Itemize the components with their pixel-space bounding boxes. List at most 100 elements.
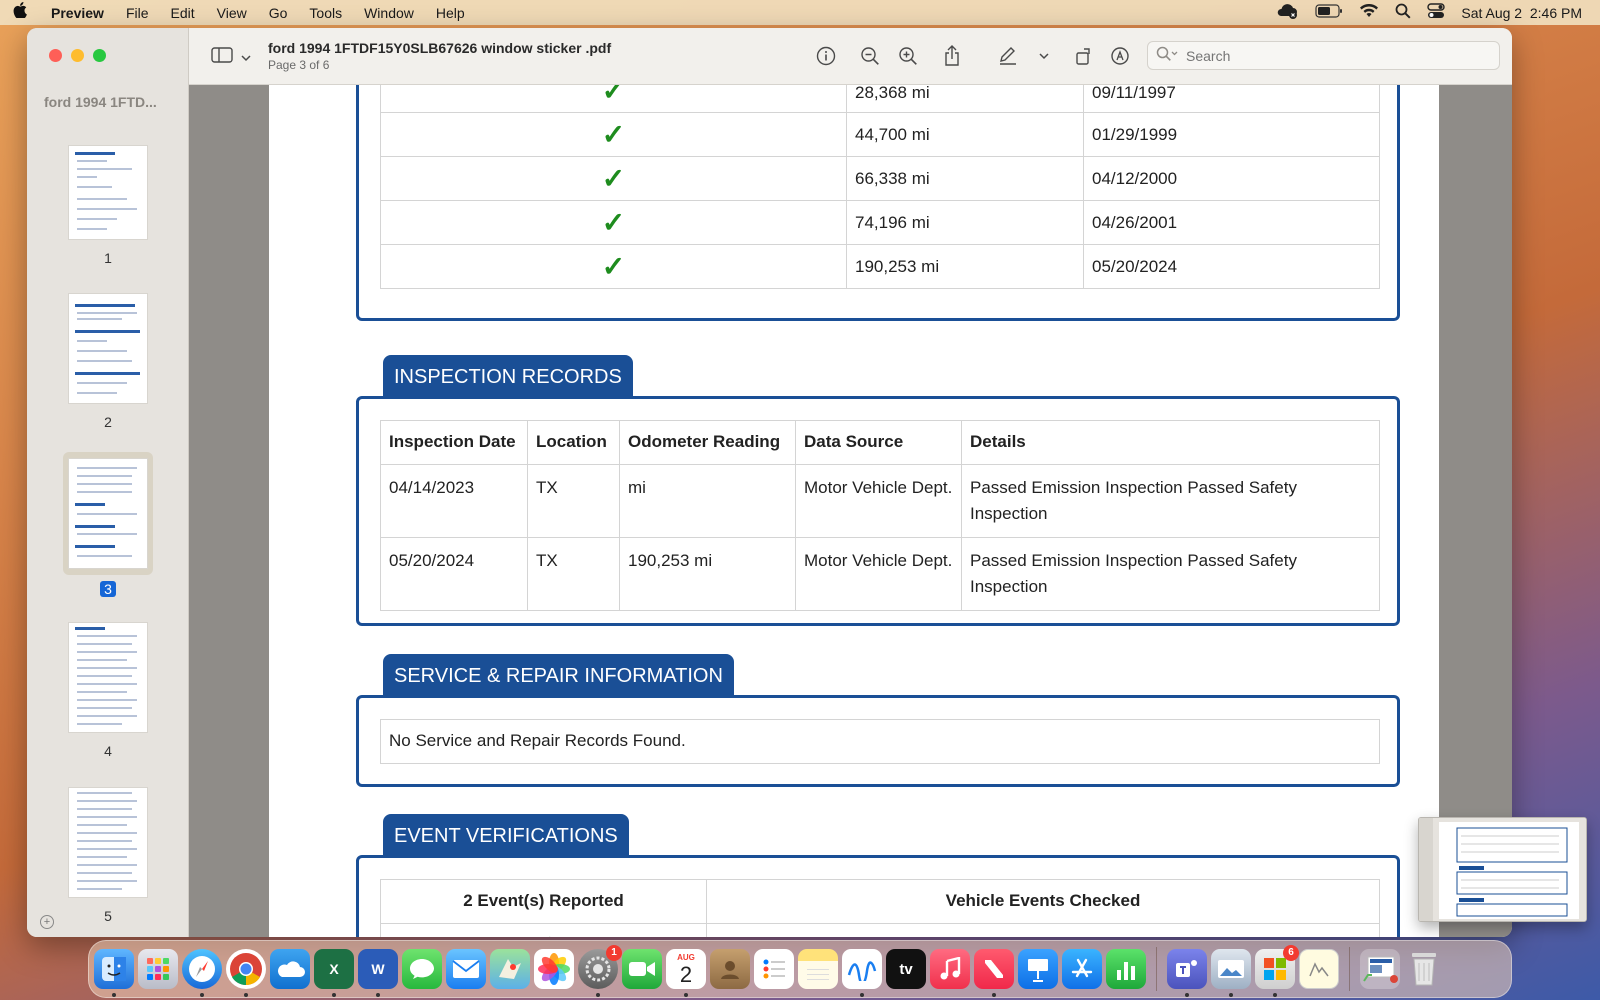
news-icon[interactable] [974, 949, 1014, 997]
thumbnail-page-1[interactable]: 1 [27, 145, 189, 266]
keynote-icon[interactable] [1018, 949, 1058, 989]
pdf-page: ✓ 28,368 mi 09/11/1997 ✓ 44,700 mi 01/29… [269, 85, 1439, 937]
control-center-icon[interactable] [1427, 3, 1446, 22]
menu-edit[interactable]: Edit [160, 5, 206, 21]
inspection-date-cell: 04/14/2023 [380, 464, 528, 538]
search-icon [1156, 46, 1178, 65]
excel-icon[interactable]: X [314, 949, 354, 997]
notes-icon[interactable] [798, 949, 838, 989]
search-input[interactable] [1186, 47, 1486, 64]
column-header: Details [961, 420, 1380, 465]
system-settings-icon[interactable]: 1 [578, 945, 622, 997]
office-badge: 6 [1283, 945, 1299, 961]
rotate-icon[interactable] [1072, 44, 1096, 68]
spotlight-icon[interactable] [1395, 3, 1411, 22]
document-view[interactable]: ✓ 28,368 mi 09/11/1997 ✓ 44,700 mi 01/29… [189, 85, 1512, 937]
apple-menu-icon[interactable] [0, 2, 40, 23]
search-field[interactable] [1147, 41, 1500, 70]
thumbnail-page-3[interactable]: 3 [27, 452, 189, 599]
table-header-row: Inspection Date Location Odometer Readin… [380, 420, 1380, 465]
share-icon[interactable] [940, 44, 964, 68]
chevron-down-icon [241, 49, 251, 67]
teams-icon[interactable] [1167, 949, 1207, 997]
column-header: 2 Event(s) Reported [380, 879, 707, 924]
chrome-icon[interactable] [226, 949, 266, 997]
details-cell: Passed Emission Inspection Passed Safety… [961, 464, 1380, 538]
checkmark-icon: ✓ [380, 156, 847, 201]
table-row: 05/20/2024 TX 190,253 mi Motor Vehicle D… [380, 537, 1380, 611]
toolbar: ford 1994 1FTDF15Y0SLB67626 window stick… [189, 28, 1512, 85]
thumbnail-page-4[interactable]: 4 [27, 622, 189, 759]
app-store-icon[interactable] [1062, 949, 1102, 989]
microsoft-office-icon[interactable]: 6 [1255, 945, 1299, 997]
numbers-icon[interactable] [1106, 949, 1146, 989]
finder-icon[interactable] [94, 949, 134, 997]
menu-help[interactable]: Help [425, 5, 476, 21]
add-page-icon[interactable]: + [40, 915, 54, 929]
minimize-window-button[interactable] [71, 49, 84, 62]
menu-tools[interactable]: Tools [298, 5, 353, 21]
odometer-cell: 190,253 mi [619, 537, 796, 611]
calendar-icon[interactable]: AUG 2 [666, 949, 706, 997]
table-row: ✓ 66,338 mi 04/12/2000 [380, 156, 1380, 201]
facetime-icon[interactable] [622, 949, 662, 989]
onedrive-icon[interactable] [270, 949, 310, 989]
date-cell: 04/26/2001 [1083, 200, 1380, 245]
battery-icon[interactable] [1315, 4, 1343, 21]
thumbnail-page-2[interactable]: 2 [27, 293, 189, 430]
sidebar-toggle-button[interactable] [211, 47, 251, 68]
thumbnail-label: 2 [104, 414, 112, 430]
zoom-in-icon[interactable] [896, 44, 920, 68]
messages-icon[interactable] [402, 949, 442, 989]
clock[interactable]: Sat Aug 2 2:46 PM [1461, 5, 1582, 21]
markup-circle-icon[interactable] [1108, 44, 1132, 68]
dock: X W 1 AUG 2 tv 6 [88, 940, 1512, 998]
menu-bar: Preview File Edit View Go Tools Window H… [0, 0, 1600, 25]
freeform-icon[interactable] [842, 949, 882, 997]
close-window-button[interactable] [49, 49, 62, 62]
column-header: Data Source [795, 420, 962, 465]
inspection-section-title: INSPECTION RECORDS [383, 355, 633, 397]
music-icon[interactable] [930, 949, 970, 989]
location-cell: TX [527, 537, 620, 611]
textedit-icon[interactable] [1299, 949, 1339, 989]
markup-chevron-down-icon[interactable] [1032, 44, 1056, 68]
mail-icon[interactable] [446, 949, 486, 989]
date-cell: 04/12/2000 [1083, 156, 1380, 201]
apple-tv-label: tv [899, 960, 913, 978]
zoom-out-icon[interactable] [858, 44, 882, 68]
table-row: 04/14/2023 TX mi Motor Vehicle Dept. Pas… [380, 464, 1380, 538]
icloud-icon[interactable] [1275, 3, 1299, 22]
screenshot-preview-thumbnail[interactable] [1418, 817, 1587, 922]
page-indicator: Page 3 of 6 [268, 58, 330, 72]
odometer-section: ✓ 28,368 mi 09/11/1997 ✓ 44,700 mi 01/29… [356, 85, 1400, 321]
service-message: No Service and Repair Records Found. [380, 719, 1380, 764]
trash-icon[interactable] [1404, 949, 1444, 989]
column-header: Odometer Reading [619, 420, 796, 465]
table-row: No Service and Repair Records Found. [380, 719, 1380, 764]
markup-pen-icon[interactable] [996, 44, 1020, 68]
reminders-icon[interactable] [754, 949, 794, 989]
menu-go[interactable]: Go [258, 5, 299, 21]
data-source-cell: Motor Vehicle Dept. [795, 464, 962, 538]
photos-icon[interactable] [534, 949, 574, 989]
contacts-icon[interactable] [710, 949, 750, 989]
table-row: ✓ 190,253 mi 05/20/2024 [380, 244, 1380, 289]
dock-separator [1156, 947, 1157, 991]
safari-icon[interactable] [182, 949, 222, 997]
maximize-window-button[interactable] [93, 49, 106, 62]
apple-tv-icon[interactable]: tv [886, 949, 926, 989]
preview-icon[interactable] [1211, 949, 1251, 997]
info-icon[interactable] [814, 44, 838, 68]
downloads-stack-icon[interactable] [1360, 949, 1400, 989]
maps-icon[interactable] [490, 949, 530, 989]
menu-view[interactable]: View [206, 5, 258, 21]
menu-window[interactable]: Window [353, 5, 425, 21]
launchpad-icon[interactable] [138, 949, 178, 989]
wifi-icon[interactable] [1359, 3, 1379, 21]
calendar-day: 2 [679, 962, 693, 987]
app-menu[interactable]: Preview [40, 5, 115, 21]
word-icon[interactable]: W [358, 949, 398, 997]
menu-file[interactable]: File [115, 5, 160, 21]
thumbnail-page-5[interactable]: 5 [27, 787, 189, 924]
